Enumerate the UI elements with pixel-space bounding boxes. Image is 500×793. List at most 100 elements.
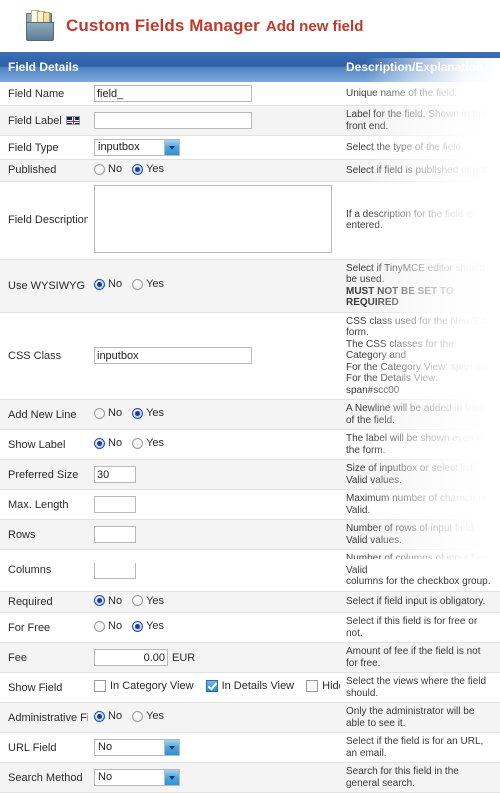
field-type-select[interactable]: inputbox	[94, 139, 180, 156]
description-line: Maximum number of characters. Valid.	[346, 493, 490, 516]
table-row: Preferred Size Size of inputbox or select…	[0, 459, 500, 490]
administrative-field-radio-no[interactable]: No	[94, 710, 122, 722]
checkbox-in-category-view[interactable]: In Category View	[94, 680, 194, 692]
columns-input[interactable]	[94, 561, 136, 579]
radio-button[interactable]	[132, 163, 144, 175]
row-description-url-field: Select if the field is for an URL, an em…	[340, 732, 500, 763]
max-length-input[interactable]	[94, 496, 136, 513]
radio-label: Yes	[146, 278, 165, 291]
table-row: Show Label No Yes The label will be shown e…	[0, 429, 500, 460]
table-row: Use WYSIWYG Editor No Yes Select if TinyMCE…	[0, 259, 500, 313]
radio-label: No	[108, 594, 123, 607]
use-wysiwyg-editor-radio-no[interactable]: No	[94, 278, 122, 290]
checkbox-box[interactable]	[94, 680, 106, 692]
row-label-field-description: Field Description	[0, 181, 88, 260]
description-line: For the Category View: span.scc	[346, 361, 491, 373]
checkbox-box[interactable]	[306, 680, 319, 692]
label-text: Columns	[8, 564, 52, 577]
description-line: A Newline will be added in front of the …	[346, 403, 485, 426]
row-control-administrative-field: No Yes	[88, 702, 340, 733]
use-wysiwyg-editor-radio-yes[interactable]: Yes	[132, 278, 164, 290]
radio-button[interactable]	[94, 710, 105, 722]
radio-button[interactable]	[132, 278, 144, 290]
radio-label: No	[108, 163, 123, 175]
row-control-use-wysiwyg-editor: No Yes	[88, 259, 340, 313]
table-row: CSS Class CSS class used for the New/Edit…	[0, 312, 500, 400]
description-line: Number of columns of input field. Valid	[346, 553, 492, 576]
table-row: Add New Line No Yes A Newline will be added…	[0, 399, 500, 430]
row-description-show-field: Select the views where the field should.	[340, 672, 500, 703]
table-row: Administrative Field No Yes Only the admini…	[0, 702, 500, 733]
fee-input[interactable]	[94, 649, 168, 666]
url-field-select[interactable]: No	[94, 739, 180, 756]
description-line: Amount of fee if the field is not for fr…	[346, 646, 481, 669]
css-class-input[interactable]	[94, 347, 252, 365]
show-label-radio-no[interactable]: No	[94, 437, 122, 449]
radio-button[interactable]	[132, 620, 144, 632]
description-line: Select if TinyMCE editor should be used.	[346, 262, 485, 286]
radio-label: No	[108, 710, 123, 723]
for-free-radio-no[interactable]: No	[94, 620, 122, 632]
row-description-field-label: Label for the field. Shown in the front …	[340, 105, 500, 136]
radio-button[interactable]	[94, 595, 105, 606]
required-radio-yes[interactable]: Yes	[132, 595, 164, 607]
for-free-radio-yes[interactable]: Yes	[132, 620, 164, 632]
description-line: For the Details View: span#scc00	[346, 373, 439, 396]
row-description-preferred-size: Size of inputbox or select list. Valid v…	[340, 459, 500, 490]
table-row: Field Label Label for the field. Shown in…	[0, 105, 500, 136]
label-text: For Free	[8, 621, 51, 634]
search-method-select[interactable]: No	[94, 769, 180, 786]
label-text: Field Description	[8, 214, 88, 226]
add-new-line-radio-no[interactable]: No	[94, 407, 122, 419]
preferred-size-input[interactable]	[94, 466, 136, 483]
checkbox-in-details-view[interactable]: In Details View	[205, 680, 294, 692]
add-new-line-radio-yes[interactable]: Yes	[132, 407, 164, 419]
radio-button[interactable]	[132, 407, 144, 419]
row-label-add-new-line: Add New Line	[0, 399, 88, 430]
description-line: Size of inputbox or select list. Valid v…	[346, 463, 476, 486]
radio-button[interactable]	[94, 407, 105, 419]
row-label-published: Published	[0, 159, 88, 182]
description-line: Number of rows of input field. Valid val…	[346, 523, 477, 546]
chevron-down-icon[interactable]	[164, 140, 179, 155]
radio-button[interactable]	[132, 710, 144, 722]
bottom-edge	[0, 559, 500, 563]
checkbox-hidden[interactable]: Hidden	[306, 680, 340, 692]
table-row: Published No Yes Select if field is publish…	[0, 159, 500, 182]
description-line: The CSS classes for the Category and	[346, 338, 454, 362]
published-radio-no[interactable]: No	[94, 163, 122, 175]
administrative-field-radio-yes[interactable]: Yes	[132, 710, 164, 722]
field-label-input[interactable]	[94, 112, 252, 129]
required-radio-no[interactable]: No	[94, 595, 122, 607]
radio-button[interactable]	[94, 437, 105, 449]
label-text: Show Label	[8, 438, 66, 451]
show-label-radio-yes[interactable]: Yes	[132, 437, 164, 449]
radio-label: Yes	[146, 163, 165, 175]
row-control-show-field: In Category View In Details View Hidden	[88, 672, 340, 703]
field-description-textarea[interactable]	[94, 184, 332, 253]
fee-currency-label: EUR	[172, 651, 196, 664]
radio-button[interactable]	[132, 595, 144, 606]
table-row: Field Type inputbox Select the type of the…	[0, 135, 500, 160]
radio-button[interactable]	[132, 437, 144, 449]
chevron-down-icon[interactable]	[164, 770, 179, 785]
table-row: For Free No Yes Select if this field is for…	[0, 612, 500, 643]
row-label-required: Required	[0, 591, 88, 613]
field-name-input[interactable]	[94, 85, 252, 102]
radio-button[interactable]	[94, 163, 105, 175]
row-control-max-length	[88, 489, 340, 520]
row-description-show-label: The label will be shown even in the form…	[340, 429, 500, 460]
administrative-field-radio-group: No Yes	[94, 710, 174, 722]
row-control-rows	[88, 519, 340, 550]
published-radio-yes[interactable]: Yes	[132, 163, 164, 175]
label-text: Field Label	[8, 114, 62, 127]
radio-button[interactable]	[94, 278, 105, 290]
row-description-css-class: CSS class used for the New/Edit form. The…	[340, 312, 500, 400]
chevron-down-icon[interactable]	[164, 740, 179, 755]
row-label-field-label: Field Label	[0, 105, 88, 136]
rows-input[interactable]	[94, 526, 136, 543]
radio-button[interactable]	[94, 620, 105, 632]
checkbox-box[interactable]	[205, 680, 218, 692]
checkbox-label: In Category View	[110, 680, 194, 692]
row-label-field-type: Field Type	[0, 135, 88, 160]
